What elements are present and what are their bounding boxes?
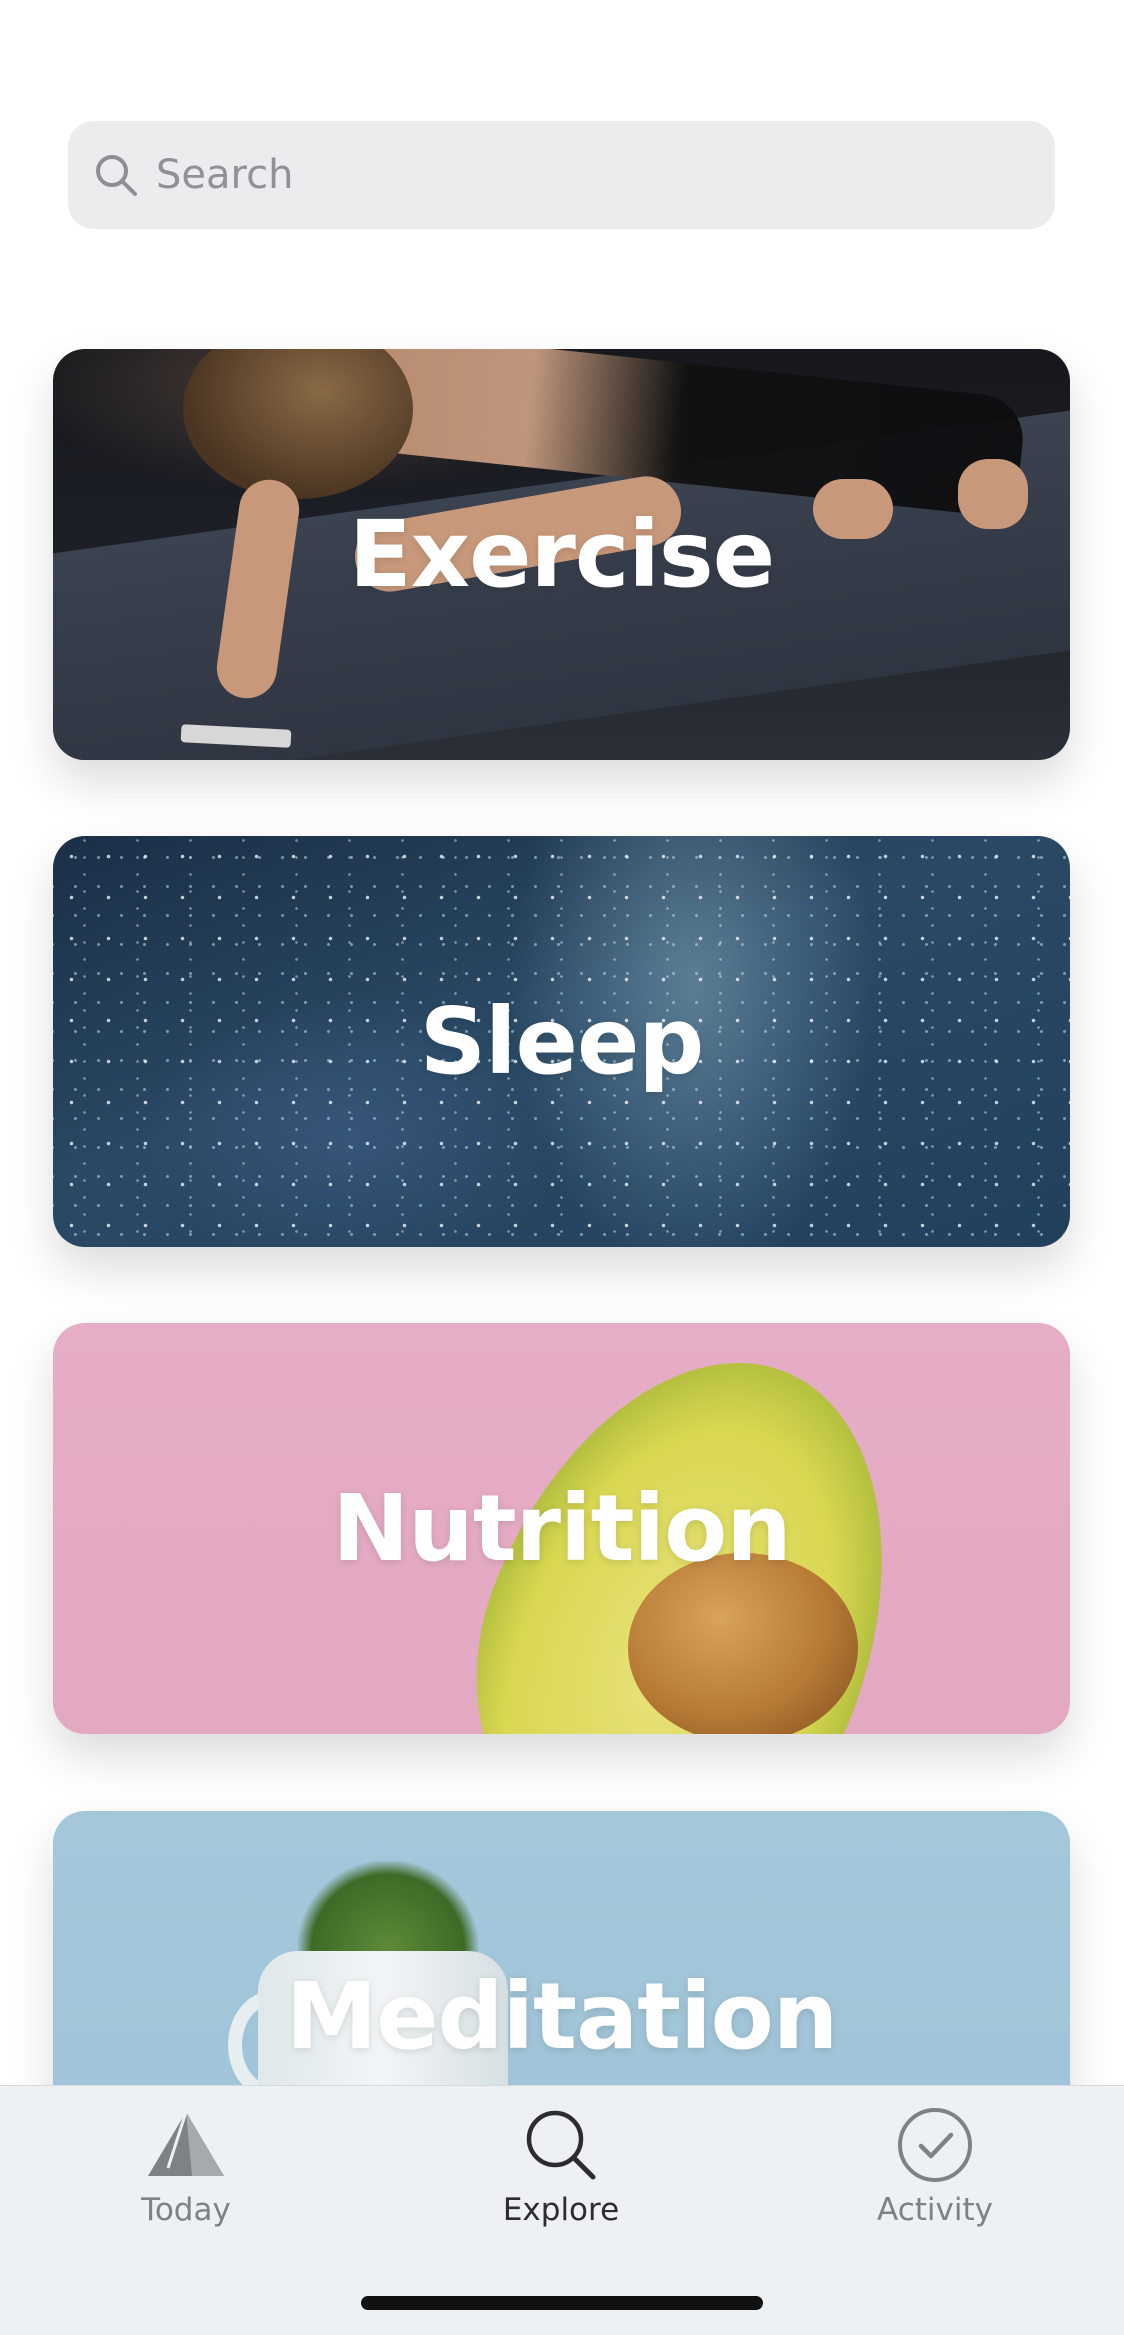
home-indicator[interactable] <box>361 2296 763 2310</box>
category-card-exercise[interactable]: Exercise <box>53 349 1070 760</box>
category-card-nutrition[interactable]: Nutrition <box>53 1323 1070 1734</box>
search-input[interactable] <box>154 151 978 199</box>
today-icon <box>141 2102 231 2188</box>
tab-explore[interactable]: Explore <box>441 2102 681 2242</box>
search-icon <box>516 2102 606 2188</box>
category-title: Exercise <box>348 501 775 608</box>
category-card-sleep[interactable]: Sleep <box>53 836 1070 1247</box>
tab-activity[interactable]: Activity <box>815 2102 1055 2242</box>
tab-label: Today <box>141 2192 231 2228</box>
check-circle-icon <box>890 2102 980 2188</box>
tab-today[interactable]: Today <box>66 2102 306 2242</box>
category-title: Nutrition <box>332 1475 792 1582</box>
search-bar[interactable] <box>68 121 1055 229</box>
category-title: Meditation <box>285 1963 839 2070</box>
search-icon <box>88 147 144 203</box>
tab-label: Activity <box>877 2192 993 2228</box>
tab-label: Explore <box>502 2192 620 2228</box>
category-title: Sleep <box>419 988 704 1095</box>
